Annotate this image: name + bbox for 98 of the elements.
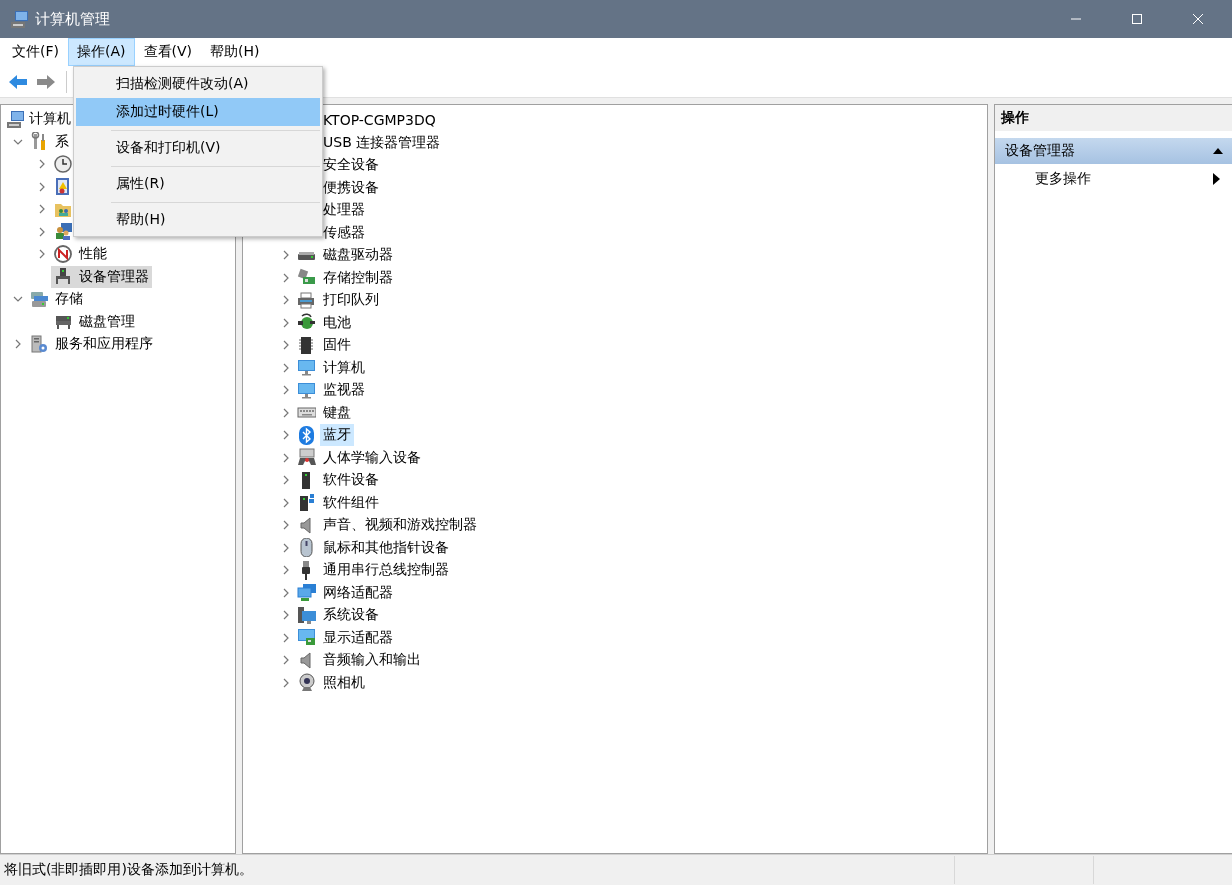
display-adapter-icon — [297, 628, 316, 648]
device-category[interactable]: 显示适配器 — [320, 626, 396, 649]
expand-chevron-icon[interactable] — [281, 497, 291, 508]
device-category[interactable]: USB 连接器管理器 — [320, 131, 444, 154]
device-category[interactable]: 人体学输入设备 — [320, 446, 424, 469]
webcam-icon — [297, 673, 316, 693]
device-category[interactable]: 便携设备 — [320, 176, 382, 199]
expand-chevron-icon[interactable] — [281, 610, 291, 621]
device-category[interactable]: 鼠标和其他指针设备 — [320, 536, 452, 559]
device-category[interactable]: 蓝牙 — [320, 424, 354, 447]
expand-chevron-icon[interactable] — [13, 339, 23, 350]
device-category[interactable]: 照相机 — [320, 671, 368, 694]
computer-icon — [6, 109, 25, 129]
menu-option[interactable]: 扫描检测硬件改动(A) — [76, 70, 320, 98]
expand-chevron-icon[interactable] — [281, 475, 291, 486]
device-category[interactable]: 网络适配器 — [320, 581, 396, 604]
device-category[interactable]: 音频输入和输出 — [320, 649, 424, 672]
expand-chevron-icon[interactable] — [281, 587, 291, 598]
expand-chevron-icon[interactable] — [281, 565, 291, 576]
system-device-icon — [297, 605, 316, 625]
forward-arrow-icon — [36, 73, 56, 90]
device-category[interactable]: 处理器 — [320, 199, 368, 222]
chip-icon — [297, 335, 316, 355]
gauge-icon — [54, 244, 73, 264]
tree-item[interactable]: 计算机 — [3, 108, 71, 131]
monitor-icon — [297, 358, 316, 378]
maximize-icon — [1130, 13, 1143, 25]
expand-chevron-icon[interactable] — [37, 181, 47, 192]
submenu-arrow-icon — [1213, 173, 1220, 185]
expand-chevron-icon[interactable] — [37, 159, 47, 170]
computer-name[interactable]: KTOP-CGMP3DQ — [320, 109, 439, 132]
menu-item[interactable]: 查看(V) — [134, 38, 201, 66]
tree-item[interactable]: 服务和应用程序 — [27, 333, 156, 356]
software-component-icon — [297, 493, 316, 513]
menu-option[interactable]: 添加过时硬件(L) — [76, 98, 320, 126]
expand-chevron-icon[interactable] — [281, 452, 291, 463]
device-category[interactable]: 监视器 — [320, 379, 368, 402]
device-icon — [54, 267, 73, 287]
device-category[interactable]: 电池 — [320, 311, 354, 334]
tree-item[interactable]: 系 — [27, 130, 72, 153]
computer-management-icon — [10, 9, 29, 29]
device-category[interactable]: 软件组件 — [320, 491, 382, 514]
expand-chevron-icon[interactable] — [281, 677, 291, 688]
input-device-icon — [297, 448, 316, 468]
expand-chevron-icon[interactable] — [281, 632, 291, 643]
services-icon — [30, 334, 49, 354]
expand-chevron-icon[interactable] — [37, 249, 47, 260]
expand-chevron-icon[interactable] — [281, 385, 291, 396]
expand-chevron-icon[interactable] — [281, 542, 291, 553]
menu-option[interactable]: 帮助(H) — [76, 206, 320, 234]
device-category[interactable]: 打印队列 — [320, 289, 382, 312]
tree-item[interactable]: 性能 — [51, 243, 110, 266]
expand-chevron-icon[interactable] — [281, 317, 291, 328]
menu-option[interactable]: 设备和打印机(V) — [76, 134, 320, 162]
mouse-icon — [297, 538, 316, 558]
users-icon — [54, 222, 73, 242]
tree-item[interactable]: 磁盘管理 — [51, 310, 138, 333]
expand-chevron-icon[interactable] — [281, 362, 291, 373]
action-section-header[interactable]: 设备管理器 — [995, 138, 1232, 164]
expand-chevron-icon[interactable] — [281, 340, 291, 351]
printer-icon — [297, 290, 316, 310]
menu-item[interactable]: 操作(A) — [68, 38, 135, 66]
tree-item[interactable]: 设备管理器 — [51, 265, 152, 288]
expand-chevron-icon[interactable] — [281, 250, 291, 261]
status-text: 将旧式(非即插即用)设备添加到计算机。 — [3, 861, 254, 879]
device-category[interactable]: 固件 — [320, 334, 354, 357]
network-adapter-icon — [297, 583, 316, 603]
device-category[interactable]: 键盘 — [320, 401, 354, 424]
close-icon — [1191, 13, 1204, 25]
device-category[interactable]: 传感器 — [320, 221, 368, 244]
menu-item[interactable]: 文件(F) — [3, 38, 68, 66]
expand-chevron-icon[interactable] — [281, 430, 291, 441]
device-category[interactable]: 声音、视频和游戏控制器 — [320, 514, 480, 537]
menu-item[interactable]: 帮助(H) — [201, 38, 269, 66]
bluetooth-icon — [297, 425, 316, 445]
back-arrow-icon — [8, 73, 28, 90]
expand-chevron-icon[interactable] — [281, 272, 291, 283]
device-category[interactable]: 系统设备 — [320, 604, 382, 627]
device-category[interactable]: 存储控制器 — [320, 266, 396, 289]
expand-chevron-icon[interactable] — [37, 204, 47, 215]
menu-option[interactable]: 属性(R) — [76, 170, 320, 198]
device-category[interactable]: 软件设备 — [320, 469, 382, 492]
storage-icon — [30, 289, 49, 309]
device-category[interactable]: 通用串行总线控制器 — [320, 559, 452, 582]
window-title: 计算机管理 — [35, 9, 111, 29]
expand-chevron-icon[interactable] — [37, 226, 47, 237]
expand-chevron-icon[interactable] — [281, 655, 291, 666]
expand-chevron-icon[interactable] — [281, 520, 291, 531]
device-category[interactable]: 安全设备 — [320, 154, 382, 177]
actions-pane-title: 操作 — [995, 105, 1232, 133]
tree-item[interactable]: 存储 — [27, 288, 86, 311]
device-category[interactable]: 磁盘驱动器 — [320, 244, 396, 267]
expand-chevron-icon[interactable] — [281, 295, 291, 306]
monitor-icon — [297, 380, 316, 400]
collapse-triangle-icon[interactable] — [1212, 147, 1224, 155]
action-link[interactable]: 更多操作 — [995, 164, 1232, 194]
expand-chevron-icon[interactable] — [281, 407, 291, 418]
device-category[interactable]: 计算机 — [320, 356, 368, 379]
